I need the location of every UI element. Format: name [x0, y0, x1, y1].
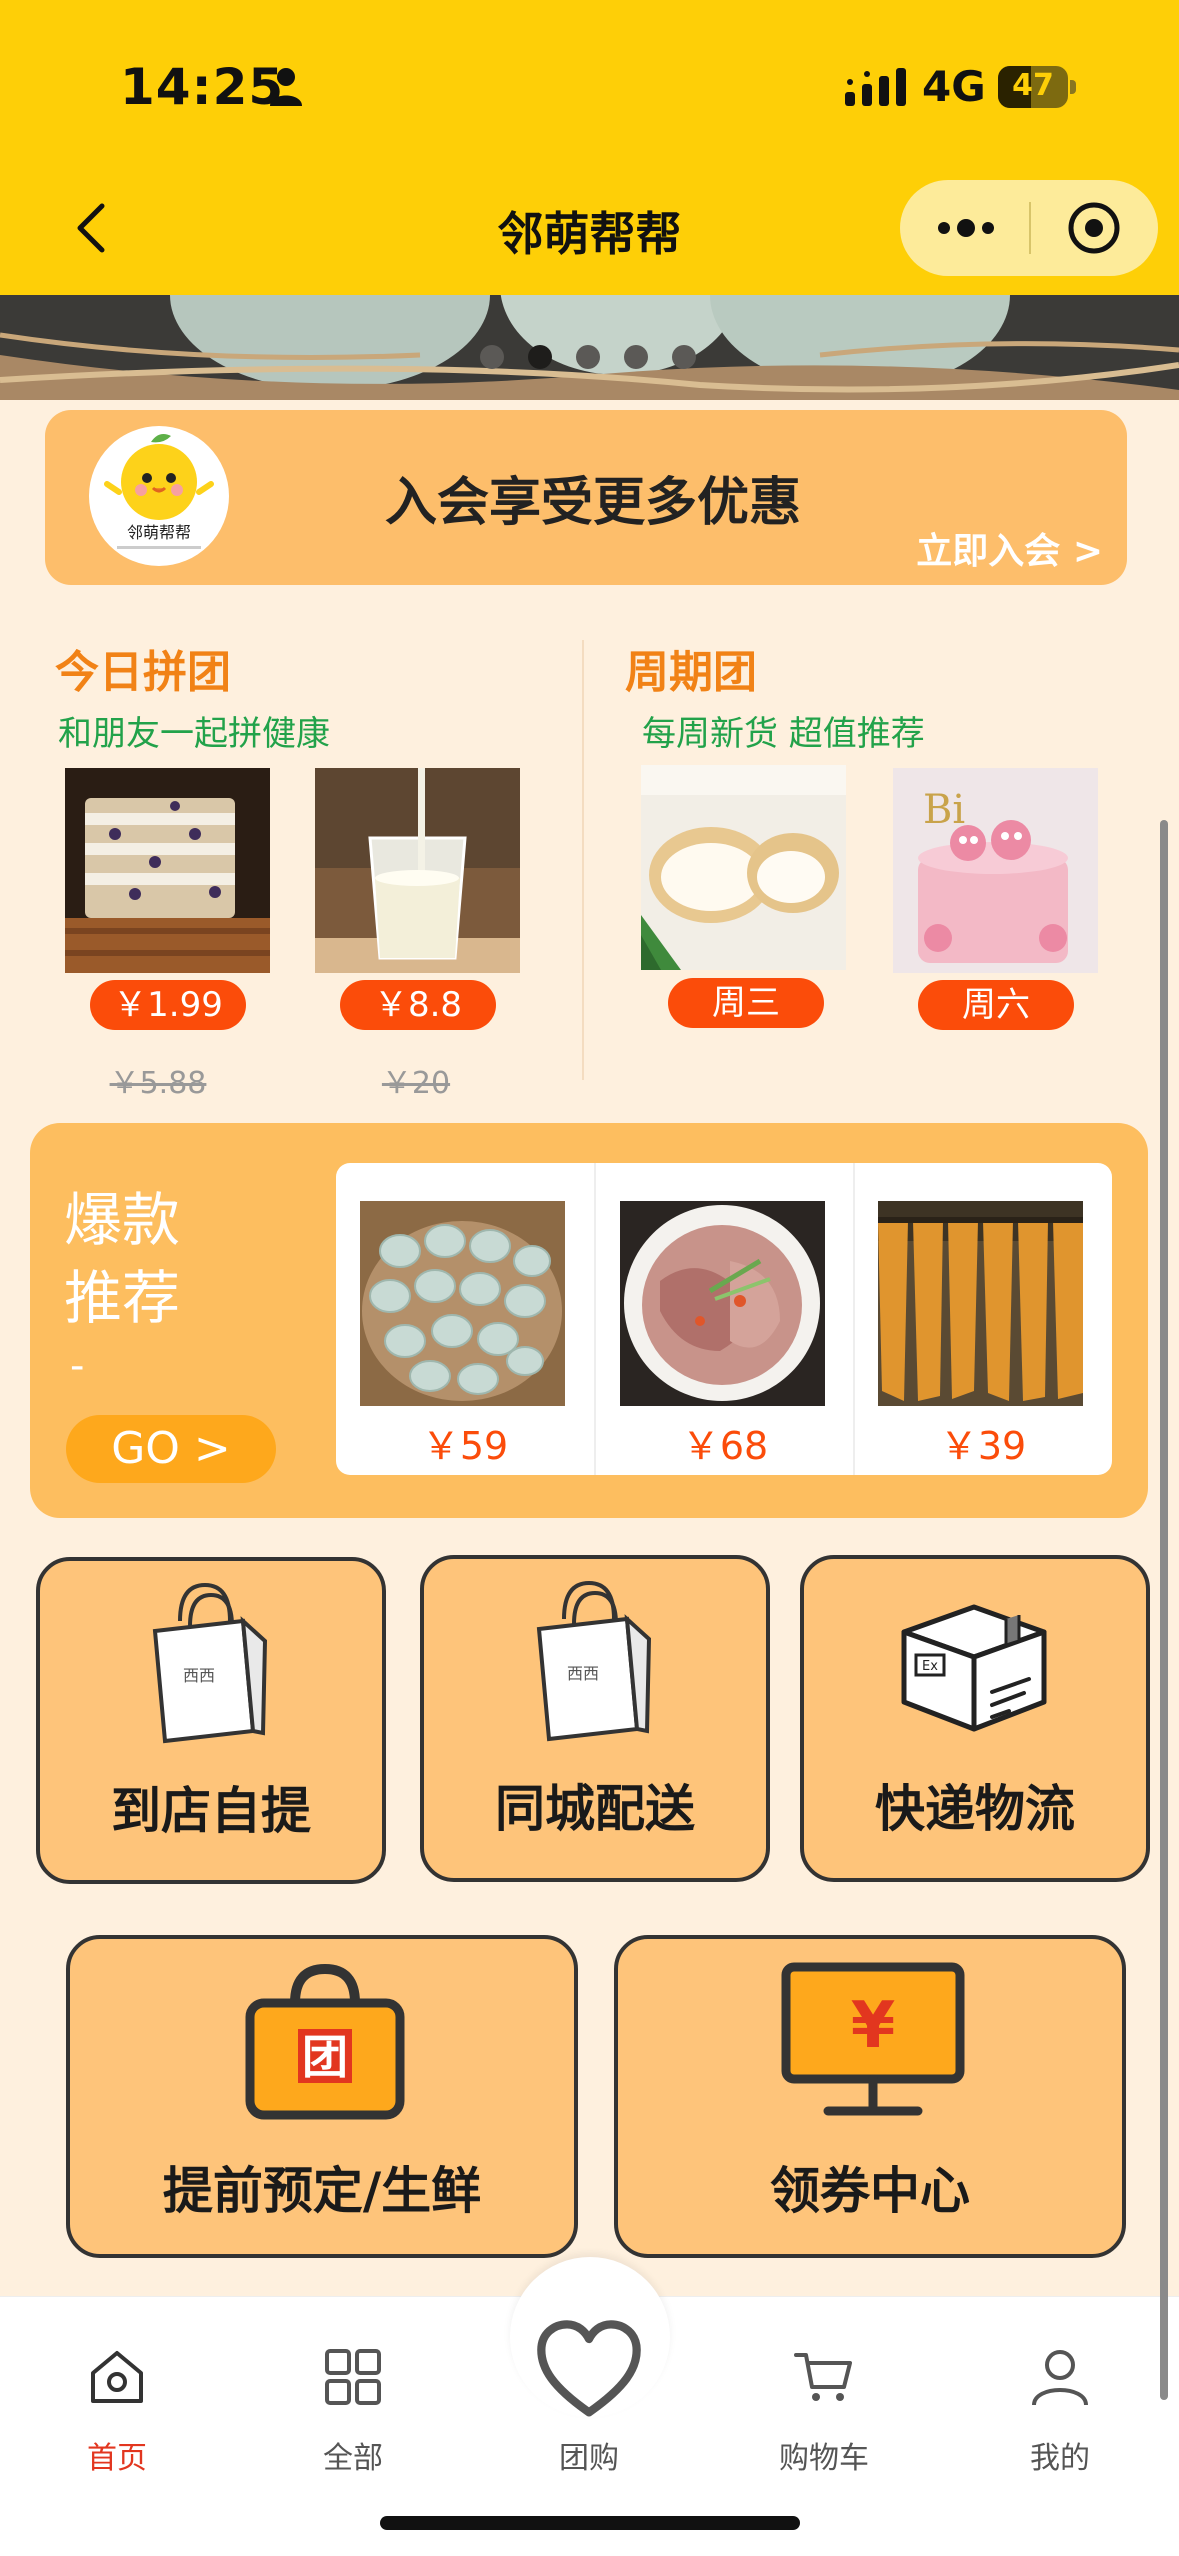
status-time: 14:25: [120, 58, 285, 116]
hot-picks-panel: ￥59 ￥68 ￥39: [336, 1163, 1112, 1475]
brand-logo: 邻萌帮帮: [89, 426, 229, 566]
hot-item-price: ￥59: [421, 1424, 509, 1468]
hot-item-price: ￥39: [939, 1424, 1027, 1468]
tile-label: 同城配送: [495, 1780, 695, 1838]
product-thumb-cream-puff[interactable]: [641, 765, 846, 970]
weekly-day-badge[interactable]: 周三: [668, 978, 824, 1028]
monitor-yen-icon: ¥: [781, 1962, 965, 2116]
member-title: 入会享受更多优惠: [385, 473, 802, 533]
product-image-duck-eggs: [360, 1201, 565, 1406]
miniprogram-capsule: [900, 180, 1158, 276]
page: 14:25 4G 47 邻萌帮帮 邻萌帮帮 入会享受更多优惠 立即入会 > 今日…: [0, 0, 1179, 2556]
tab-all[interactable]: 全部: [273, 2327, 433, 2477]
product-image-chicken: [620, 1201, 825, 1406]
package-box-icon: Ex: [901, 1604, 1047, 1732]
cart-icon: [794, 2353, 852, 2401]
carousel-dot[interactable]: [576, 345, 600, 369]
carousel-dot[interactable]: [528, 345, 552, 369]
shopping-bag-icon: 西西: [152, 1582, 268, 1744]
network-label: 4G: [922, 62, 986, 111]
weekly-day-badge[interactable]: 周六: [918, 980, 1074, 1030]
heart-icon: [537, 2320, 641, 2417]
tab-label: 首页: [87, 2441, 147, 2476]
carousel-dot[interactable]: [672, 345, 696, 369]
original-price: ￥5.88: [109, 1066, 207, 1101]
tab-home[interactable]: 首页: [37, 2327, 197, 2477]
tile-label: 快递物流: [875, 1780, 1075, 1838]
hot-item-yuba[interactable]: ￥39: [854, 1163, 1112, 1475]
tile-express-logistics[interactable]: Ex 快递物流: [800, 1555, 1150, 1882]
go-button[interactable]: GO >: [66, 1415, 276, 1483]
home-icon: [91, 2351, 143, 2403]
group-price[interactable]: ￥1.99: [90, 980, 246, 1030]
tile-store-pickup[interactable]: 西西 到店自提: [36, 1557, 386, 1884]
grid-icon: [325, 2349, 381, 2405]
tab-label: 团购: [559, 2441, 619, 2476]
close-target-icon[interactable]: [1066, 200, 1122, 256]
svg-text:西西: 西西: [567, 1664, 599, 1683]
tile-coupon-center[interactable]: ¥ 领券中心: [614, 1935, 1126, 2258]
svg-text:邻萌帮帮: 邻萌帮帮: [127, 523, 191, 542]
hot-dash: -: [70, 1343, 85, 1389]
group-today-title[interactable]: 今日拼团: [55, 636, 231, 700]
tab-label: 我的: [1030, 2441, 1090, 2476]
person-icon: [270, 68, 302, 106]
top-bar: 14:25 4G 47 邻萌帮帮: [0, 0, 1179, 295]
hot-picks-section: 爆款 推荐 - GO > ￥59 ￥68 ￥39: [30, 1123, 1148, 1518]
carousel-dot[interactable]: [624, 345, 648, 369]
tile-label: 领券中心: [770, 2162, 970, 2220]
hot-picks-title: 爆款 推荐: [64, 1181, 180, 1337]
carousel-dot[interactable]: [480, 345, 504, 369]
hot-item-chicken[interactable]: ￥68: [596, 1163, 854, 1475]
home-indicator[interactable]: [380, 2516, 800, 2530]
svg-text:团: 团: [302, 2030, 348, 2084]
join-now-link[interactable]: 立即入会 >: [916, 522, 1103, 574]
svg-text:¥: ¥: [851, 1989, 896, 2063]
group-today-subtitle: 和朋友一起拼健康: [58, 714, 330, 754]
svg-text:Ex: Ex: [922, 1659, 938, 1674]
tile-preorder-fresh[interactable]: 团 提前预定/生鲜: [66, 1935, 578, 2258]
user-icon: [1032, 2350, 1088, 2406]
shopping-bag-icon: 西西: [536, 1580, 652, 1742]
member-card[interactable]: 邻萌帮帮 入会享受更多优惠 立即入会 >: [45, 410, 1127, 585]
group-weekly-title[interactable]: 周期团: [625, 636, 757, 700]
tab-cart[interactable]: 购物车: [744, 2327, 904, 2477]
product-thumb-sandwich[interactable]: [65, 768, 270, 973]
tab-profile[interactable]: 我的: [980, 2327, 1140, 2477]
original-price: ￥20: [381, 1066, 451, 1101]
more-icon[interactable]: [936, 212, 996, 244]
section-divider: [582, 640, 584, 1080]
tab-label: 购物车: [779, 2441, 869, 2476]
tile-label: 提前预定/生鲜: [162, 2162, 482, 2220]
product-thumb-cake[interactable]: Bi: [893, 768, 1098, 973]
group-weekly-subtitle: 每周新货 超值推荐: [642, 714, 925, 754]
svg-text:西西: 西西: [183, 1666, 215, 1685]
battery-percent: 47: [1012, 68, 1054, 103]
tab-label: 全部: [323, 2441, 383, 2476]
tile-local-delivery[interactable]: 西西 同城配送: [420, 1555, 770, 1882]
product-image-yuba: [878, 1201, 1083, 1406]
battery-icon: 47: [998, 66, 1076, 108]
hot-title-line2: 推荐: [64, 1264, 181, 1332]
hot-item-duck-eggs[interactable]: ￥59: [336, 1163, 594, 1475]
group-bag-icon: 团: [245, 1963, 405, 2120]
hot-title-line1: 爆款: [64, 1186, 181, 1254]
signal-icon: [845, 68, 906, 106]
svg-text:Bi: Bi: [923, 787, 965, 833]
tile-label: 到店自提: [111, 1782, 311, 1840]
tab-group-buy[interactable]: 团购: [509, 2320, 669, 2477]
hot-item-price: ￥68: [681, 1424, 769, 1468]
scrollbar[interactable]: [1160, 820, 1168, 2400]
group-price[interactable]: ￥8.8: [340, 980, 496, 1030]
product-thumb-milk[interactable]: [315, 768, 520, 973]
